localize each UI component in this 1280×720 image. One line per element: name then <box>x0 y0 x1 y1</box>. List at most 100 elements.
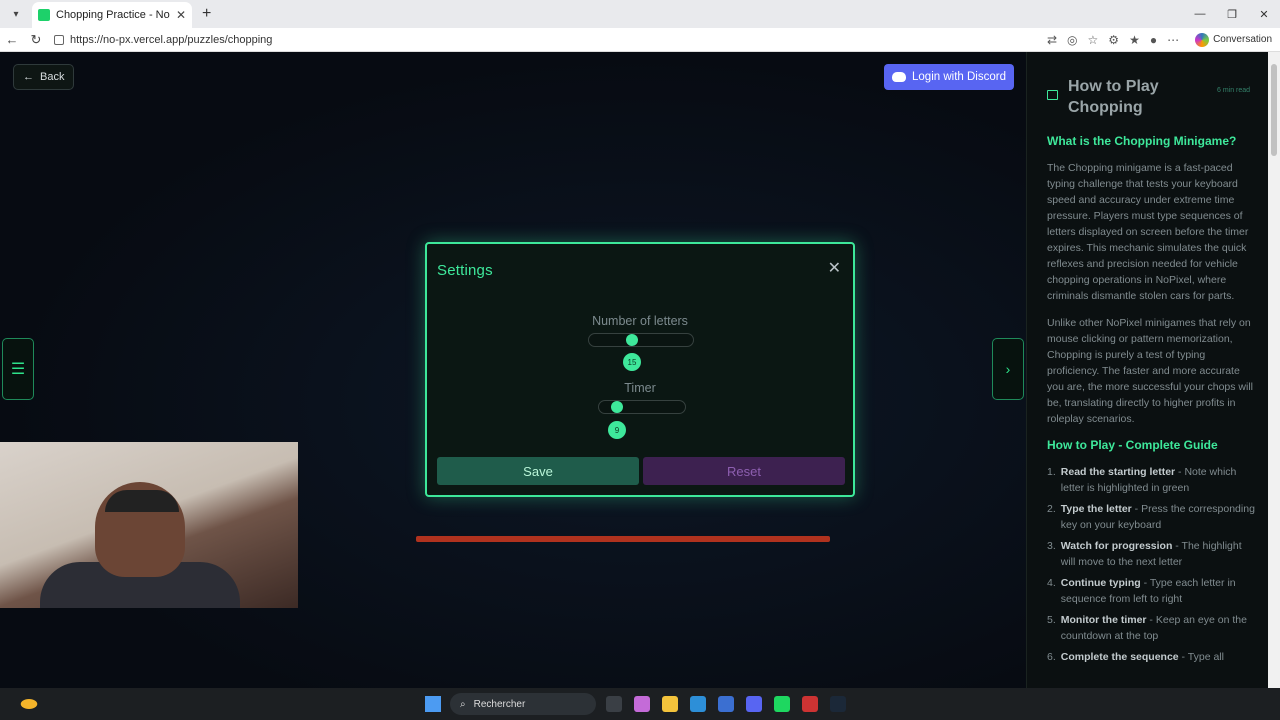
step-title: Type the letter <box>1060 503 1132 515</box>
favorites-icon[interactable]: ★ <box>1129 33 1140 47</box>
spotify-icon[interactable] <box>774 696 790 712</box>
list-item: 5. Monitor the timer - Keep an eye on the… <box>1047 612 1259 644</box>
step-number: 2. <box>1047 503 1056 515</box>
step-number: 3. <box>1047 540 1056 552</box>
reader-icon[interactable]: ◎ <box>1067 33 1077 47</box>
list-item: 2. Type the letter - Press the correspond… <box>1047 501 1259 533</box>
windows-taskbar: ⌕ Rechercher <box>0 688 1280 720</box>
translate-icon[interactable]: ⇄ <box>1047 33 1057 47</box>
task-view-icon[interactable] <box>606 696 622 712</box>
hamburger-icon: ☰ <box>10 361 26 378</box>
save-button[interactable]: Save <box>437 457 639 485</box>
webcam-overlay <box>0 442 298 608</box>
menu-toggle-button[interactable]: ☰ <box>2 338 34 400</box>
section-heading: What is the Chopping Minigame? <box>1047 134 1237 148</box>
steps-list: 1. Read the starting letter - Note which … <box>1047 464 1259 665</box>
discord-login-button[interactable]: Login with Discord <box>884 64 1014 90</box>
list-item: 6. Complete the sequence - Type all <box>1047 649 1259 665</box>
store-icon[interactable] <box>718 696 734 712</box>
edge-icon[interactable] <box>690 696 706 712</box>
guide-header: How to Play Chopping 6 min read <box>1047 52 1268 126</box>
timer-value-badge: 9 <box>608 421 626 439</box>
step-title: Continue typing <box>1060 577 1141 589</box>
url-field[interactable]: https://no-px.vercel.app/puzzles/choppin… <box>54 34 1047 46</box>
page-scrollbar[interactable] <box>1268 52 1280 688</box>
close-icon[interactable]: ✕ <box>828 258 841 278</box>
copilot-label: Conversation <box>1213 34 1272 45</box>
close-window-icon[interactable]: ✕ <box>1248 8 1280 21</box>
countdown-timer-bar <box>416 536 830 542</box>
step-number: 4. <box>1047 577 1056 589</box>
step-title: Read the starting letter <box>1060 466 1176 478</box>
maximize-icon[interactable]: ❐ <box>1216 8 1248 21</box>
read-time: 6 min read <box>1217 87 1251 94</box>
timer-slider-label: Timer <box>624 381 656 395</box>
letters-slider[interactable] <box>588 333 694 347</box>
discord-app-icon[interactable] <box>746 696 762 712</box>
step-number: 5. <box>1047 614 1056 626</box>
more-icon[interactable]: ⋯ <box>1167 33 1179 47</box>
step-title: Watch for progression <box>1060 540 1173 552</box>
step-text: - Type all <box>1178 651 1224 663</box>
url-text: https://no-px.vercel.app/puzzles/choppin… <box>70 33 273 46</box>
taskbar-apps <box>606 696 846 712</box>
settings-modal: Settings ✕ Number of letters 15 Timer 9 … <box>425 242 855 497</box>
tab-actions-icon[interactable]: ▾ <box>4 4 28 24</box>
back-button[interactable]: ← Back <box>13 64 75 90</box>
minimize-icon[interactable]: — <box>1184 8 1216 20</box>
address-bar: ← ↻ https://no-px.vercel.app/puzzles/cho… <box>0 28 1280 52</box>
tab-title: Chopping Practice - NoPixel 4.0 M <box>56 9 170 21</box>
reload-icon[interactable]: ↻ <box>24 32 48 48</box>
headset-icon <box>105 490 179 512</box>
copilot-icon <box>1195 32 1210 47</box>
discord-icon <box>892 72 907 82</box>
back-arrow-icon[interactable]: ← <box>0 32 24 47</box>
letters-slider-thumb[interactable] <box>626 334 638 346</box>
taskbar-search[interactable]: ⌕ Rechercher <box>450 693 596 715</box>
browser-tabbar: ▾ Chopping Practice - NoPixel 4.0 M ✕ + … <box>0 0 1280 28</box>
list-item: 1. Read the starting letter - Note which … <box>1047 464 1259 496</box>
list-item: 3. Watch for progression - The highlight … <box>1047 538 1259 570</box>
obs-icon[interactable] <box>802 696 818 712</box>
next-panel-button[interactable]: › <box>992 338 1024 400</box>
guide-title: How to Play Chopping <box>1068 78 1159 116</box>
list-item: 4. Continue typing - Type each letter in … <box>1047 575 1259 607</box>
back-label: Back <box>40 71 65 83</box>
guide-panel: How to Play Chopping 6 min read What is … <box>1026 52 1268 688</box>
extensions-icon[interactable]: ⚙ <box>1108 33 1119 47</box>
search-icon: ⌕ <box>460 698 466 710</box>
timer-slider-thumb[interactable] <box>611 401 623 413</box>
reset-button[interactable]: Reset <box>643 457 845 485</box>
arrow-left-icon: ← <box>23 71 34 83</box>
copilot-button[interactable]: Conversation <box>1195 32 1272 47</box>
start-icon[interactable] <box>425 696 441 712</box>
site-info-icon[interactable] <box>54 34 64 45</box>
profile-icon[interactable]: ● <box>1150 33 1157 47</box>
copilot-app-icon[interactable] <box>634 696 650 712</box>
step-title: Monitor the timer <box>1060 614 1147 626</box>
new-tab-icon[interactable]: + <box>202 5 211 23</box>
section-heading: How to Play - Complete Guide <box>1047 438 1218 452</box>
favorite-star-icon[interactable]: ☆ <box>1088 33 1099 47</box>
letters-slider-label: Number of letters <box>592 314 688 328</box>
letters-value-badge: 15 <box>623 353 641 371</box>
paragraph: The Chopping minigame is a fast-paced ty… <box>1047 162 1249 302</box>
toolbar-icons: ⇄ ◎ ☆ ⚙ ★ ● ⋯ Conversation <box>1047 32 1280 47</box>
search-placeholder: Rechercher <box>473 698 526 710</box>
steam-icon[interactable] <box>830 696 846 712</box>
file-explorer-icon[interactable] <box>662 696 678 712</box>
site-favicon-icon <box>38 9 50 21</box>
paragraph: Unlike other NoPixel minigames that rely… <box>1047 317 1254 425</box>
book-icon <box>1047 90 1058 100</box>
browser-tab[interactable]: Chopping Practice - NoPixel 4.0 M ✕ <box>32 2 192 28</box>
window-controls: — ❐ ✕ <box>1184 0 1280 28</box>
step-title: Complete the sequence <box>1060 651 1179 663</box>
modal-title: Settings <box>437 262 493 279</box>
step-number: 6. <box>1047 651 1056 663</box>
step-number: 1. <box>1047 466 1056 478</box>
chevron-right-icon: › <box>1005 361 1011 377</box>
discord-label: Login with Discord <box>912 71 1006 83</box>
weather-icon[interactable] <box>20 699 38 709</box>
tab-close-icon[interactable]: ✕ <box>176 8 186 22</box>
scrollbar-thumb[interactable] <box>1271 64 1277 156</box>
